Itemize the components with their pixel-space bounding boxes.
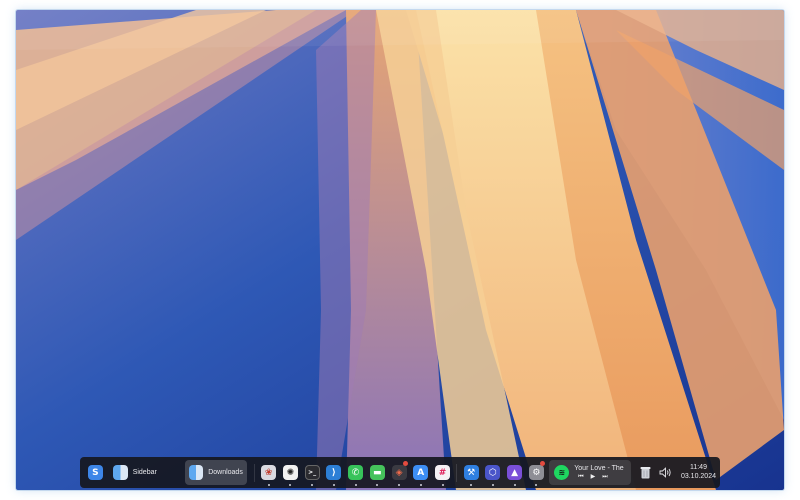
window-label: Sidebar bbox=[132, 469, 157, 476]
chatgpt-icon: ✺ bbox=[282, 465, 298, 480]
spotify-icon: ≋ bbox=[554, 465, 570, 480]
track-title: Your Love - The bbox=[574, 464, 624, 472]
s-logo-icon: S bbox=[87, 465, 103, 480]
window-label: Downloads bbox=[208, 469, 243, 476]
volume-button[interactable] bbox=[656, 460, 675, 485]
whatsapp-icon: ✆ bbox=[348, 465, 364, 480]
vscode-icon: ⟩ bbox=[326, 465, 342, 480]
running-dot bbox=[354, 484, 357, 486]
running-dot bbox=[419, 484, 422, 486]
trash-icon bbox=[640, 467, 651, 479]
window-downloads[interactable]: Downloads bbox=[184, 460, 247, 485]
running-dot bbox=[491, 484, 494, 486]
taskbar: S Sidebar Downloads ❀ ✺ >_ ⟩ ✆ ▬ ◈ A # ⚒… bbox=[80, 457, 720, 488]
notification-badge bbox=[540, 461, 546, 466]
slack-icon: # bbox=[435, 465, 450, 480]
divider bbox=[456, 463, 458, 482]
start-button[interactable]: S bbox=[84, 460, 107, 485]
finder-icon bbox=[112, 465, 128, 480]
clock[interactable]: 11:49 03.10.2024 bbox=[681, 463, 716, 482]
appstore-icon: A bbox=[413, 465, 429, 480]
affinity-icon: ▲ bbox=[507, 465, 523, 480]
terminal-icon: >_ bbox=[304, 465, 320, 480]
clock-date: 03.10.2024 bbox=[680, 473, 716, 480]
settings-icon: ⚙ bbox=[528, 465, 544, 480]
app-xcode[interactable]: ⚒ bbox=[460, 460, 482, 486]
next-track-icon[interactable]: ⏭ bbox=[602, 474, 607, 481]
app-photos[interactable]: ❀ bbox=[258, 460, 280, 486]
previous-track-icon[interactable]: ⏮ bbox=[578, 474, 583, 481]
app-figma[interactable]: ◈ bbox=[388, 460, 410, 486]
wallpaper bbox=[16, 10, 784, 490]
media-controls: ⏮ ▶ ⏭ bbox=[578, 474, 607, 481]
divider bbox=[253, 463, 255, 482]
figma-icon: ◈ bbox=[391, 465, 407, 480]
app-terminal[interactable]: >_ bbox=[301, 460, 323, 486]
app-messages[interactable]: ▬ bbox=[366, 460, 388, 486]
running-dot bbox=[513, 484, 516, 486]
messages-icon: ▬ bbox=[369, 465, 385, 480]
app-whatsapp[interactable]: ✆ bbox=[345, 460, 367, 486]
photos-icon: ❀ bbox=[261, 465, 277, 480]
clock-time: 11:49 bbox=[689, 464, 707, 471]
running-dot bbox=[470, 484, 473, 486]
running-dot bbox=[289, 484, 292, 486]
media-info: Your Love - The ⏮ ▶ ⏭ bbox=[574, 465, 626, 481]
app-settings[interactable]: ⚙ bbox=[526, 460, 548, 486]
cube-app-icon: ⬡ bbox=[485, 465, 501, 480]
window-sidebar[interactable]: Sidebar bbox=[109, 460, 161, 485]
app-affinity[interactable]: ▲ bbox=[504, 460, 526, 486]
finder-icon bbox=[188, 465, 204, 480]
play-icon[interactable]: ▶ bbox=[591, 474, 596, 481]
app-chatgpt[interactable]: ✺ bbox=[280, 460, 302, 486]
app-cube[interactable]: ⬡ bbox=[482, 460, 504, 486]
running-dot bbox=[311, 484, 314, 486]
running-dot bbox=[376, 484, 379, 486]
app-vscode[interactable]: ⟩ bbox=[323, 460, 345, 486]
running-dot bbox=[441, 484, 444, 486]
desktop-screen: S Sidebar Downloads ❀ ✺ >_ ⟩ ✆ ▬ ◈ A # ⚒… bbox=[16, 10, 784, 490]
app-slack[interactable]: # bbox=[432, 460, 454, 486]
running-dot bbox=[398, 484, 401, 486]
trash-button[interactable] bbox=[635, 460, 656, 485]
app-appstore[interactable]: A bbox=[410, 460, 432, 486]
running-dot bbox=[267, 484, 270, 486]
notification-badge bbox=[402, 461, 408, 466]
volume-icon bbox=[659, 467, 671, 478]
xcode-icon: ⚒ bbox=[463, 465, 479, 480]
media-player[interactable]: ≋ Your Love - The ⏮ ▶ ⏭ bbox=[549, 460, 632, 485]
running-dot bbox=[535, 484, 538, 486]
running-dot bbox=[332, 484, 335, 486]
